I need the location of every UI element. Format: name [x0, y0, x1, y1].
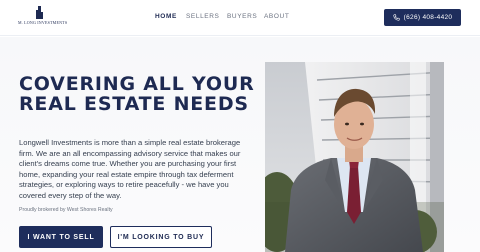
site-logo[interactable]: M. LONG INVESTMENTS: [18, 5, 68, 29]
hero-description: Longwell Investments is more than a simp…: [19, 138, 241, 200]
nav-buyers[interactable]: BUYERS: [227, 13, 257, 20]
nav-home[interactable]: HOME: [155, 13, 177, 20]
logo-tower-icon: [36, 6, 43, 19]
phone-label: (626) 408-4420: [403, 14, 453, 21]
sell-button[interactable]: I WANT TO SELL: [19, 226, 103, 248]
nav-sellers[interactable]: SELLERS: [186, 13, 219, 20]
phone-icon: [393, 14, 400, 21]
agent-photo-illustration: [265, 62, 444, 252]
agent-photo: [265, 62, 444, 252]
logo-text: M. LONG INVESTMENTS: [18, 20, 68, 25]
hero-headline: COVERING ALL YOUR REAL ESTATE NEEDS: [19, 73, 255, 115]
site-header: M. LONG INVESTMENTS HOME SELLERS BUYERS …: [0, 0, 480, 36]
brokered-by-note: Proudly brokered by West Shores Realty: [19, 207, 113, 213]
buy-button[interactable]: I'M LOOKING TO BUY: [110, 226, 212, 248]
nav-about[interactable]: ABOUT: [264, 13, 289, 20]
phone-button[interactable]: (626) 408-4420: [384, 9, 461, 26]
